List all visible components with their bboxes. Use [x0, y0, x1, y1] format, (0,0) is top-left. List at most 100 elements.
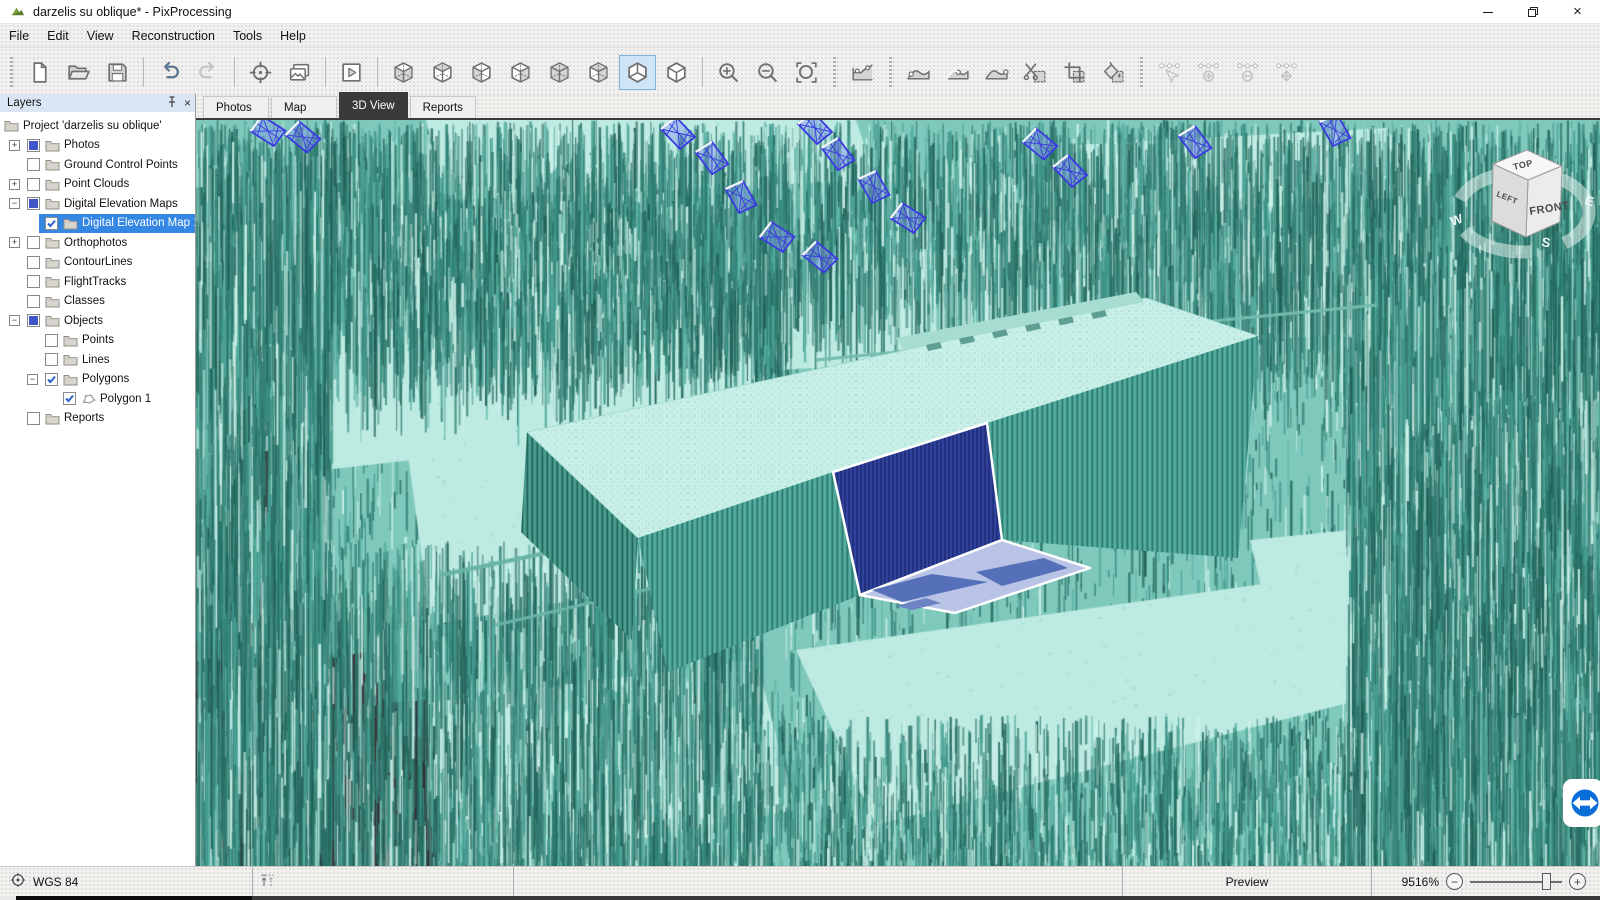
layer-checkbox-partial[interactable]	[27, 197, 40, 210]
expander-plus-icon[interactable]: +	[9, 179, 27, 190]
layer-checkbox-unchecked[interactable]	[45, 334, 58, 347]
layer-classes[interactable]: Classes	[0, 292, 195, 312]
zoom-increase-button[interactable]: +	[1569, 873, 1586, 890]
camera-frustum[interactable]	[284, 120, 322, 155]
toolbar-button-view-front[interactable]	[541, 55, 578, 90]
toolbar-button-crop-region[interactable]	[1056, 55, 1093, 90]
minimize-button[interactable]	[1465, 0, 1510, 23]
layer-checkbox-checked[interactable]	[45, 217, 58, 230]
toolbar-button-view-left[interactable]	[463, 55, 500, 90]
zoom-slider-handle[interactable]	[1542, 873, 1551, 890]
layer-checkbox-unchecked[interactable]	[27, 412, 40, 425]
layer-checkbox-unchecked[interactable]	[27, 178, 40, 191]
restore-button[interactable]	[1510, 0, 1555, 23]
camera-frustum[interactable]	[798, 120, 832, 144]
compass-south[interactable]: S	[1540, 234, 1551, 250]
layer-objects[interactable]: −Objects	[0, 311, 195, 331]
toolbar-button-surface-flatten[interactable]	[978, 55, 1015, 90]
layer-digital-elevation-map-1[interactable]: Digital Elevation Map 1	[0, 214, 195, 234]
camera-frustum[interactable]	[1021, 126, 1059, 162]
zoom-decrease-button[interactable]: −	[1446, 873, 1463, 890]
teamviewer-overlay[interactable]	[1563, 779, 1600, 827]
layer-points[interactable]: Points	[0, 331, 195, 351]
layer-ground-control-points[interactable]: Ground Control Points	[0, 155, 195, 175]
menu-tools[interactable]: Tools	[224, 24, 271, 47]
camera-frustum[interactable]	[801, 239, 839, 275]
camera-frustum[interactable]	[757, 217, 798, 256]
tab-reports[interactable]: Reports	[410, 96, 476, 118]
zoom-slider[interactable]	[1470, 873, 1562, 890]
pin-icon[interactable]	[167, 96, 177, 111]
toolbar-button-surface-raise[interactable]	[939, 55, 976, 90]
menu-file[interactable]: File	[0, 24, 38, 47]
layer-checkbox-unchecked[interactable]	[27, 275, 40, 288]
layer-checkbox-checked[interactable]	[45, 373, 58, 386]
layer-checkbox-checked[interactable]	[63, 392, 76, 405]
menu-reconstruction[interactable]: Reconstruction	[123, 24, 224, 47]
layer-orthophotos[interactable]: +Orthophotos	[0, 233, 195, 253]
toolbar-button-zoom-fit[interactable]	[788, 55, 825, 90]
layer-lines[interactable]: Lines	[0, 350, 195, 370]
navigation-cube[interactable]: WSETOPFRONTLEFT	[1448, 150, 1596, 252]
layer-polygons[interactable]: −Polygons	[0, 370, 195, 390]
toolbar-button-view-right[interactable]	[502, 55, 539, 90]
layer-flighttracks[interactable]: FlightTracks	[0, 272, 195, 292]
tab-3d-view[interactable]: 3D View	[339, 92, 408, 118]
camera-frustum[interactable]	[819, 136, 857, 172]
layer-checkbox-unchecked[interactable]	[27, 295, 40, 308]
close-button[interactable]: ×	[1555, 0, 1600, 23]
height-reference-icon[interactable]	[259, 872, 277, 892]
layer-checkbox-unchecked[interactable]	[27, 236, 40, 249]
compass-west[interactable]: W	[1448, 211, 1465, 229]
3d-viewport[interactable]: WSETOPFRONTLEFT	[196, 120, 1600, 866]
toolbar-button-view-isometric[interactable]	[658, 55, 695, 90]
expander-minus-icon[interactable]: −	[9, 198, 27, 209]
expander-plus-icon[interactable]: +	[9, 140, 27, 151]
toolbar-drag-handle[interactable]	[889, 57, 892, 87]
tab-photos[interactable]: Photos	[203, 96, 269, 118]
camera-frustum[interactable]	[721, 177, 762, 216]
menu-view[interactable]: View	[78, 24, 123, 47]
expander-plus-icon[interactable]: +	[9, 237, 27, 248]
layer-point-clouds[interactable]: +Point Clouds	[0, 175, 195, 195]
layer-reports[interactable]: Reports	[0, 409, 195, 429]
toolbar-drag-handle[interactable]	[1140, 57, 1143, 87]
camera-frustum[interactable]	[888, 198, 929, 237]
toolbar-button-profile-measure[interactable]	[844, 55, 881, 90]
camera-frustum[interactable]	[1315, 120, 1356, 150]
menu-help[interactable]: Help	[271, 24, 315, 47]
layer-checkbox-partial[interactable]	[27, 139, 40, 152]
toolbar-drag-handle[interactable]	[833, 57, 836, 87]
layer-checkbox-unchecked[interactable]	[45, 353, 58, 366]
toolbar-button-new-file[interactable]	[21, 55, 58, 90]
toolbar-button-cut-region[interactable]	[1017, 55, 1054, 90]
layer-digital-elevation-maps[interactable]: −Digital Elevation Maps	[0, 194, 195, 214]
camera-frustum[interactable]	[1053, 155, 1087, 187]
toolbar-button-open-project[interactable]	[60, 55, 97, 90]
tab-map[interactable]: Map	[271, 96, 337, 118]
toolbar-drag-handle[interactable]	[10, 57, 13, 87]
close-panel-icon[interactable]: ×	[184, 96, 191, 110]
camera-frustum[interactable]	[693, 140, 731, 176]
toolbar-button-zoom-in[interactable]	[710, 55, 747, 90]
toolbar-button-view-back[interactable]	[580, 55, 617, 90]
camera-frustum[interactable]	[1176, 124, 1214, 160]
toolbar-button-undo[interactable]	[151, 55, 188, 90]
menu-edit[interactable]: Edit	[38, 24, 78, 47]
expander-minus-icon[interactable]: −	[9, 315, 27, 326]
toolbar-button-gcp-target[interactable]	[242, 55, 279, 90]
toolbar-button-run-processing[interactable]	[333, 55, 370, 90]
layer-checkbox-unchecked[interactable]	[27, 158, 40, 171]
toolbar-button-zoom-out[interactable]	[749, 55, 786, 90]
camera-frustum[interactable]	[248, 120, 289, 151]
expander-minus-icon[interactable]: −	[27, 374, 45, 385]
layer-contourlines[interactable]: ContourLines	[0, 253, 195, 273]
camera-frustum[interactable]	[661, 120, 695, 149]
toolbar-button-view-top[interactable]	[424, 55, 461, 90]
toolbar-button-view-perspective[interactable]	[619, 55, 656, 90]
toolbar-button-photos[interactable]	[281, 55, 318, 90]
toolbar-button-fill-region[interactable]	[1095, 55, 1132, 90]
camera-frustum[interactable]	[854, 167, 895, 206]
toolbar-button-view-bottom[interactable]	[385, 55, 422, 90]
layer-checkbox-partial[interactable]	[27, 314, 40, 327]
